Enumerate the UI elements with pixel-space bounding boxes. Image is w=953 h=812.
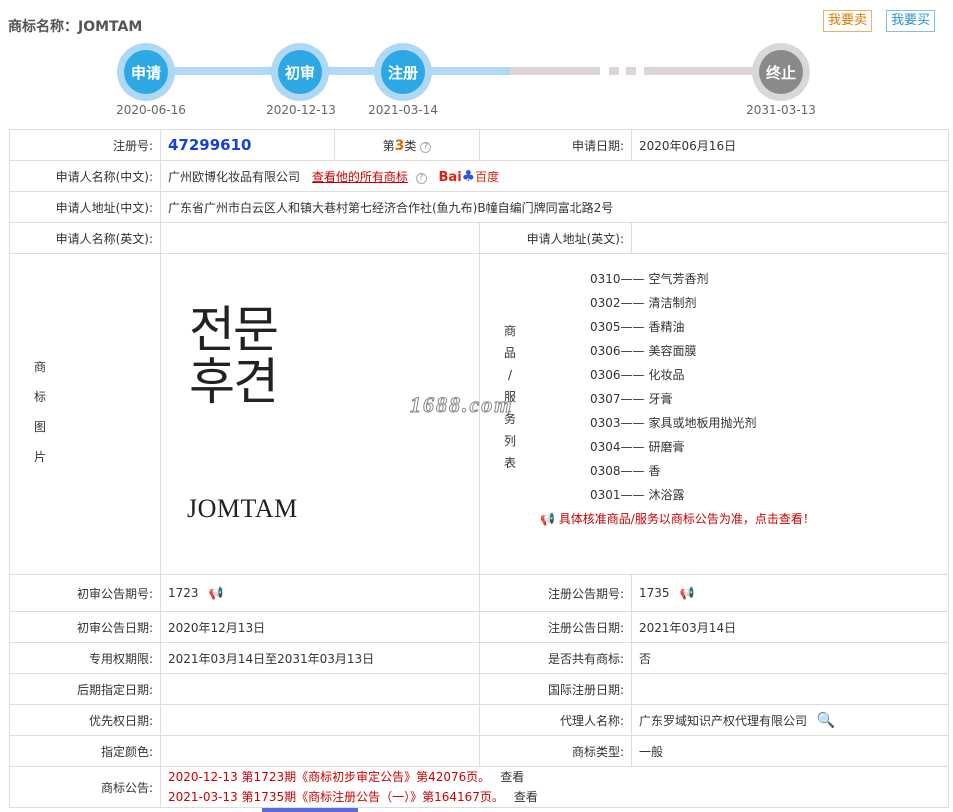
goods-item: 0301—— 沐浴露 bbox=[590, 488, 685, 502]
reg-pub-date-label: 注册公告日期: bbox=[479, 611, 632, 643]
goods-label-char: 商 bbox=[503, 324, 516, 338]
priority-value bbox=[160, 704, 480, 736]
logo-label-char: 片 bbox=[33, 450, 46, 464]
buy-button[interactable]: 我要买 bbox=[886, 10, 936, 32]
goods-item: 0306—— 化妆品 bbox=[590, 368, 685, 382]
status-timeline: 申请 初审 注册 终止 2020-06-16 2020-12-13 2021-0… bbox=[0, 40, 953, 120]
apply-date-value: 2020年06月16日 bbox=[631, 129, 949, 161]
view-link[interactable]: 查看 bbox=[514, 790, 538, 804]
address-en-label: 申请人地址(英文): bbox=[479, 222, 632, 254]
reg-no-label: 注册号: bbox=[9, 129, 161, 161]
reg-pub-no-label: 注册公告期号: bbox=[479, 574, 632, 612]
apply-date-label: 申请日期: bbox=[479, 129, 632, 161]
address-cn-value: 广东省广州市白云区人和镇大巷村第七经济合作社(鱼九布)B幢自编门牌同富北路2号 bbox=[160, 191, 949, 223]
agent-value: 广东罗域知识产权代理有限公司 bbox=[639, 714, 808, 728]
prelim-date-value: 2020年12月13日 bbox=[160, 611, 480, 643]
shared-value: 否 bbox=[631, 642, 949, 674]
goods-item: 0302—— 清洁制剂 bbox=[590, 296, 697, 310]
goods-item: 0307—— 牙膏 bbox=[590, 392, 673, 406]
scrollbar[interactable] bbox=[262, 808, 358, 812]
reg-pub-no-value: 1735 bbox=[639, 586, 670, 600]
search-icon[interactable]: 🔍 bbox=[817, 711, 836, 729]
color-label: 指定颜色: bbox=[9, 735, 161, 767]
type-value: 一般 bbox=[631, 735, 949, 767]
intl-date-value bbox=[631, 673, 949, 705]
watermark: 1688.com bbox=[409, 392, 514, 418]
goods-item: 0303—— 家具或地板用抛光剂 bbox=[590, 416, 757, 430]
timeline-node-apply: 申请 bbox=[117, 43, 175, 101]
timeline-node-register: 注册 bbox=[374, 43, 432, 101]
all-marks-link[interactable]: 查看他的所有商标 bbox=[312, 170, 408, 184]
logo-label-char: 商 bbox=[33, 360, 46, 374]
address-en-value bbox=[631, 222, 949, 254]
announce-label: 商标公告: bbox=[9, 766, 161, 808]
help-icon[interactable]: ? bbox=[420, 141, 432, 153]
prelim-no-label: 初审公告期号: bbox=[9, 574, 161, 612]
page-title: 商标名称：JOMTAM bbox=[8, 19, 143, 35]
timeline-date: 2020-06-16 bbox=[116, 103, 186, 117]
trademark-info-table: 注册号: 47299610 第3类? 申请日期: 2020年06月16日 申请人… bbox=[9, 129, 949, 808]
exclusive-value: 2021年03月14日至2031年03月13日 bbox=[160, 642, 480, 674]
goods-label-char: / bbox=[507, 368, 513, 382]
goods-label-char: 列 bbox=[503, 434, 516, 448]
megaphone-icon[interactable]: 📢 bbox=[209, 586, 224, 600]
priority-label: 优先权日期: bbox=[9, 704, 161, 736]
timeline-date: 2021-03-14 bbox=[368, 103, 438, 117]
logo-label-char: 图 bbox=[33, 420, 46, 434]
timeline-date: 2031-03-13 bbox=[746, 103, 816, 117]
goods-item: 0305—— 香精油 bbox=[590, 320, 685, 334]
timeline-dash bbox=[609, 67, 619, 75]
logo-label-cell: 商 标 图 片 bbox=[9, 253, 161, 575]
agent-label: 代理人名称: bbox=[479, 704, 632, 736]
class-cell: 第3类? bbox=[334, 129, 480, 161]
type-label: 商标类型: bbox=[479, 735, 632, 767]
timeline-node-end: 终止 bbox=[752, 43, 810, 101]
announcement-item: 2021-03-13 第1735期《商标注册公告（一）》第164167页。 查看 bbox=[168, 790, 538, 804]
later-date-label: 后期指定日期: bbox=[9, 673, 161, 705]
megaphone-icon[interactable]: 📢 bbox=[680, 586, 695, 600]
shared-label: 是否共有商标: bbox=[479, 642, 632, 674]
prelim-date-label: 初审公告日期: bbox=[9, 611, 161, 643]
reg-pub-date-value: 2021年03月14日 bbox=[631, 611, 949, 643]
baidu-paw-icon: ♣ bbox=[461, 167, 476, 185]
timeline-dash bbox=[626, 67, 636, 75]
megaphone-icon: 📢 bbox=[540, 512, 555, 526]
timeline-node-prelim: 初审 bbox=[271, 43, 329, 101]
goods-item: 0306—— 美容面膜 bbox=[590, 344, 697, 358]
sell-button[interactable]: 我要卖 bbox=[823, 10, 873, 32]
timeline-date: 2020-12-13 bbox=[266, 103, 336, 117]
address-cn-label: 申请人地址(中文): bbox=[9, 191, 161, 223]
reg-no-value: 47299610 bbox=[168, 136, 252, 154]
prelim-no-value: 1723 bbox=[168, 586, 199, 600]
exclusive-label: 专用权期限: bbox=[9, 642, 161, 674]
help-icon[interactable]: ? bbox=[415, 173, 427, 184]
goods-list: 0310—— 空气芳香剂 0302—— 清洁制剂 0305—— 香精油 0306—— 美容面膜… bbox=[590, 267, 757, 507]
trademark-korean-text: 전문 후견 bbox=[189, 301, 279, 411]
timeline-remaining-bar bbox=[510, 67, 600, 75]
baidu-search-button[interactable]: Bai♣百度 bbox=[439, 167, 500, 185]
timeline-progress-bar bbox=[150, 67, 510, 75]
intl-date-label: 国际注册日期: bbox=[479, 673, 632, 705]
goods-item: 0310—— 空气芳香剂 bbox=[590, 272, 709, 286]
view-link[interactable]: 查看 bbox=[500, 770, 524, 784]
goods-notice-link[interactable]: 📢 具体核准商品/服务以商标公告为准，点击查看！ bbox=[540, 510, 815, 527]
logo-label-char: 标 bbox=[33, 390, 46, 404]
applicant-en-value bbox=[160, 222, 480, 254]
color-value bbox=[160, 735, 480, 767]
trademark-word: JOMTAM bbox=[187, 494, 298, 523]
later-date-value bbox=[160, 673, 480, 705]
applicant-cn-value: 广州欧博化妆品有限公司 bbox=[168, 170, 301, 184]
announcement-item: 2020-12-13 第1723期《商标初步审定公告》第42076页。 查看 bbox=[168, 770, 525, 784]
applicant-cn-label: 申请人名称(中文): bbox=[9, 160, 161, 192]
goods-label-char: 表 bbox=[503, 456, 516, 470]
goods-item: 0308—— 香 bbox=[590, 464, 661, 478]
goods-item: 0304—— 研磨膏 bbox=[590, 440, 685, 454]
applicant-en-label: 申请人名称(英文): bbox=[9, 222, 161, 254]
goods-cell: 商 品 / 服 务 列 表 0310—— 空气芳香剂 0302—— 清洁制剂 0305—… bbox=[479, 253, 949, 575]
goods-label-char: 品 bbox=[503, 346, 516, 360]
